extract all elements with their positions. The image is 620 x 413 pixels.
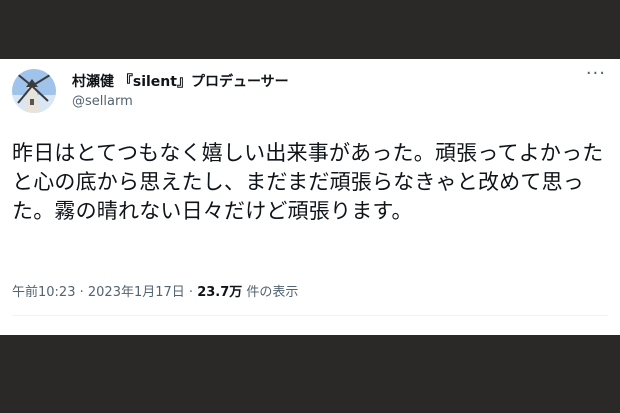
more-options-icon[interactable]: ···: [586, 63, 606, 84]
meta-separator: ·: [75, 285, 88, 300]
windmill-avatar[interactable]: [12, 69, 56, 113]
tweet-text: 昨日はとてつもなく嬉しい出来事があった。頑張ってよかったと心の底から思えたし、ま…: [12, 141, 604, 223]
avatar-image: [12, 69, 56, 113]
view-count-label: 件の表示: [242, 285, 299, 300]
tweet-metadata: 午前10:23 · 2023年1月17日 · 23.7万 件の表示: [12, 281, 298, 300]
tweet-card: 村瀬健 『silent』プロデューサー @sellarm ··· 昨日はとてつも…: [0, 59, 620, 335]
meta-separator: ·: [184, 285, 198, 300]
tweet-time[interactable]: 午前10:23: [12, 285, 75, 300]
author-display-name[interactable]: 村瀬健 『silent』プロデューサー: [72, 71, 289, 91]
divider: [12, 315, 608, 316]
view-count[interactable]: 23.7万: [197, 285, 242, 300]
author-handle[interactable]: @sellarm: [72, 94, 133, 109]
tweet-date[interactable]: 2023年1月17日: [88, 285, 185, 300]
